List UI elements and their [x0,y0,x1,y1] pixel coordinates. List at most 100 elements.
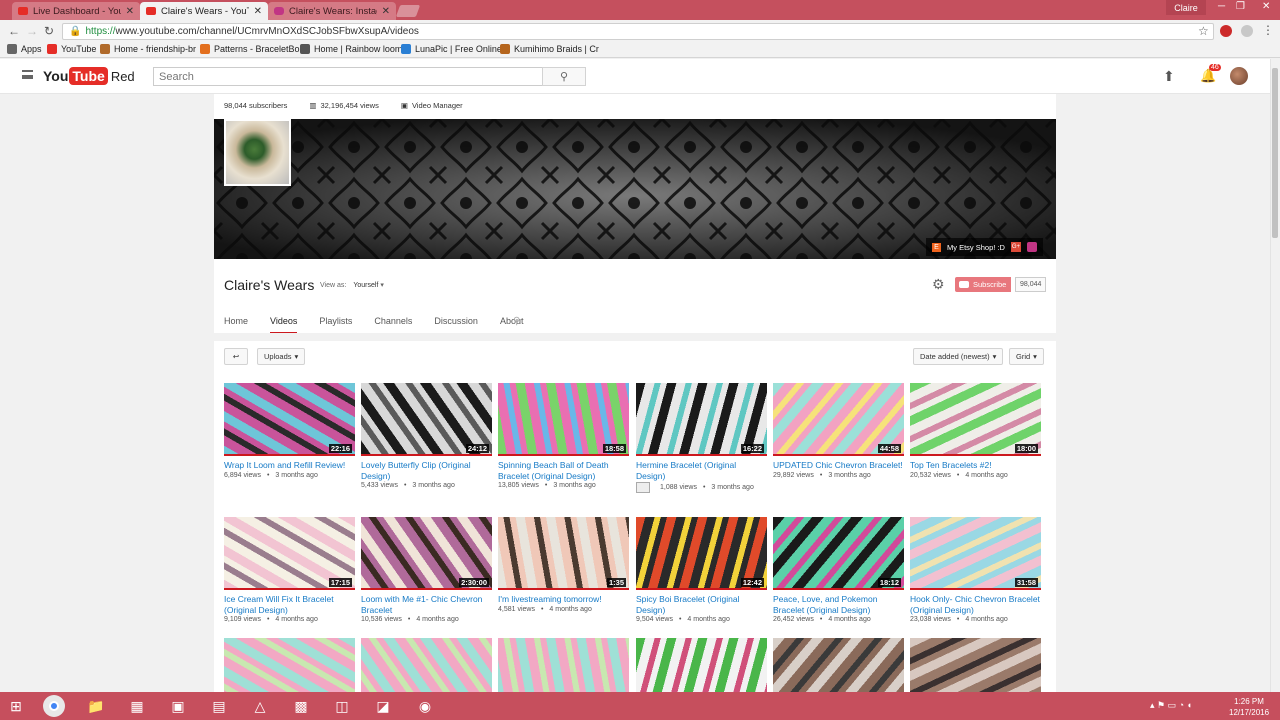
video-thumbnail[interactable]: 18:12 [773,517,904,590]
video-thumbnail[interactable]: 44:58 [773,383,904,456]
video-item[interactable]: 16:22 Hermine Bracelet (Original Design) 1… [636,383,767,493]
spreadsheet-icon[interactable]: ▩ [289,695,313,717]
search-button[interactable]: ⚲ [542,67,586,86]
uploads-dropdown[interactable]: Uploads ▾ [257,348,306,365]
video-title[interactable]: Spinning Beach Ball of Death Bracelet (O… [498,460,629,481]
video-item[interactable]: 2:30:00 Loom with Me #1- Chic Chevron Bra… [361,517,492,623]
close-icon[interactable]: ✕ [126,6,134,17]
video-item[interactable]: 24:12 Lovely Butterfly Clip (Original Des… [361,383,492,489]
video-title[interactable]: Spicy Boi Bracelet (Original Design) [636,594,767,615]
search-input[interactable]: Search [153,67,543,86]
film-app-icon[interactable]: ▦ [125,695,149,717]
video-title[interactable]: Lovely Butterfly Clip (Original Design) [361,460,492,481]
video-thumbnail[interactable]: 22:16 [224,383,355,456]
profile-button[interactable]: Claire [1166,0,1206,15]
video-item[interactable]: 31:58 Hook Only- Chic Chevron Bracelet (O… [910,517,1041,623]
gear-icon[interactable]: ⚙ [932,276,945,293]
bookmark-patterns[interactable]: Patterns - BraceletBo [200,44,300,54]
video-item[interactable]: 18:12 Peace, Love, and Pokemon Bracelet (… [773,517,904,623]
back-icon[interactable]: ← [8,24,20,38]
video-thumbnail[interactable]: 16:22 [636,383,767,456]
back-arrow-button[interactable]: ↩ [224,348,248,365]
app-icon[interactable]: ◫ [330,695,354,717]
app-icon[interactable]: ▣ [166,695,190,717]
bookmark-kumihimo[interactable]: Kumihimo Braids | Cr [500,44,599,54]
video-title[interactable]: Ice Cream Will Fix It Bracelet (Original… [224,594,355,615]
bookmark-lunapic[interactable]: LunaPic | Free Online [401,44,502,54]
tab-channels[interactable]: Channels [374,316,412,334]
tab-claires-wears-youtube[interactable]: Claire's Wears - YouTube ✕ [140,2,268,20]
windows-start-icon[interactable]: ⊞ [4,695,28,717]
layout-dropdown[interactable]: Grid ▾ [1009,348,1044,365]
extension-icon[interactable] [1220,25,1232,37]
video-item[interactable]: 17:15 Ice Cream Will Fix It Bracelet (Ori… [224,517,355,623]
etsy-link[interactable]: My Etsy Shop! :D [947,243,1005,252]
video-title[interactable]: Peace, Love, and Pokemon Bracelet (Origi… [773,594,904,615]
app-icon[interactable]: ◪ [371,695,395,717]
playlist-icon[interactable] [636,482,650,493]
instagram-icon[interactable] [1026,242,1037,252]
close-icon[interactable]: ✕ [254,6,262,17]
video-thumbnail[interactable]: 24:12 [361,383,492,456]
video-item[interactable]: 44:58 UPDATED Chic Chevron Bracelet! 29,89… [773,383,904,479]
video-thumbnail[interactable]: 2:30:00 [361,517,492,590]
video-title[interactable]: Top Ten Bracelets #2! [910,460,1041,471]
video-item[interactable]: 12:42 Spicy Boi Bracelet (Original Design… [636,517,767,623]
system-tray[interactable]: ▴ ⚑ ▭ ◔ ◖ [1150,700,1192,711]
bookmark-apps[interactable]: Apps [7,44,42,54]
chrome-icon[interactable] [43,695,65,717]
channel-avatar[interactable] [224,119,291,186]
video-thumbnail[interactable]: 31:58 [910,517,1041,590]
menu-icon[interactable]: ⋮ [1262,23,1274,37]
google-drive-icon[interactable]: △ [248,695,272,717]
video-title[interactable]: Loom with Me #1- Chic Chevron Bracelet [361,594,492,615]
video-title[interactable]: I'm livestreaming tomorrow! [498,594,629,605]
scrollbar-thumb[interactable] [1272,68,1278,238]
video-manager-link[interactable]: ▣ Video Manager [401,101,463,110]
close-window-icon[interactable]: ✕ [1262,1,1270,12]
extension-icon[interactable] [1241,25,1253,37]
subscribe-button[interactable]: Subscribe [955,277,1012,292]
hamburger-menu-icon[interactable] [22,70,33,79]
tab-playlists[interactable]: Playlists [319,316,352,334]
video-item[interactable]: 1:35 I'm livestreaming tomorrow! 4,581 vie… [498,517,629,613]
bookmark-rainbow-loom[interactable]: Home | Rainbow loom [300,44,402,54]
video-thumbnail[interactable]: 18:58 [498,383,629,456]
video-title[interactable]: UPDATED Chic Chevron Bracelet! [773,460,904,471]
close-icon[interactable]: ✕ [382,6,390,17]
tab-home[interactable]: Home [224,316,248,334]
video-thumbnail[interactable]: 18:00 [910,383,1041,456]
file-explorer-icon[interactable]: 📁 [84,695,108,717]
video-item[interactable]: 18:00 Top Ten Bracelets #2! 20,532 views • 4… [910,383,1041,479]
google-plus-icon[interactable]: G+ [1010,242,1021,252]
bookmark-youtube[interactable]: YouTube [47,44,96,54]
avatar[interactable] [1230,67,1248,85]
tab-videos[interactable]: Videos [270,316,298,334]
bookmark-star-icon[interactable]: ☆ [1198,24,1209,38]
tab-live-dashboard[interactable]: Live Dashboard - YouTu ✕ [12,2,140,20]
upload-icon[interactable]: ⬆ [1163,68,1175,85]
obs-icon[interactable]: ◉ [413,695,437,717]
video-thumbnail[interactable]: 12:42 [636,517,767,590]
maximize-icon[interactable]: ❐ [1236,1,1245,12]
view-as-selector[interactable]: View as: Yourself ▾ [320,281,384,289]
video-thumbnail[interactable]: 17:15 [224,517,355,590]
video-item[interactable]: 18:58 Spinning Beach Ball of Death Bracel… [498,383,629,489]
tab-discussion[interactable]: Discussion [434,316,478,334]
url-field[interactable]: 🔒 https://www.youtube.com/channel/UCmrvM… [62,23,1214,40]
bookmark-friendship[interactable]: Home - friendship-br [100,44,196,54]
video-title[interactable]: Hermine Bracelet (Original Design) [636,460,767,481]
channel-search-icon[interactable]: ⚲ [513,316,520,327]
etsy-icon[interactable]: E [932,242,941,252]
video-title[interactable]: Wrap It Loom and Refill Review! [224,460,355,471]
app-icon[interactable]: ▤ [207,695,231,717]
reload-icon[interactable]: ↻ [44,24,54,38]
tab-instagram[interactable]: Claire's Wears: Instagram ✕ [268,2,396,20]
youtube-red-logo[interactable]: You Tube Red [43,67,135,85]
video-thumbnail[interactable]: 1:35 [498,517,629,590]
sort-dropdown[interactable]: Date added (newest) ▾ [913,348,1004,365]
video-item[interactable]: 22:16 Wrap It Loom and Refill Review! 6,89… [224,383,355,479]
video-title[interactable]: Hook Only- Chic Chevron Bracelet (Origin… [910,594,1041,615]
forward-icon[interactable]: → [26,24,38,38]
minimize-icon[interactable]: ─ [1218,1,1225,12]
